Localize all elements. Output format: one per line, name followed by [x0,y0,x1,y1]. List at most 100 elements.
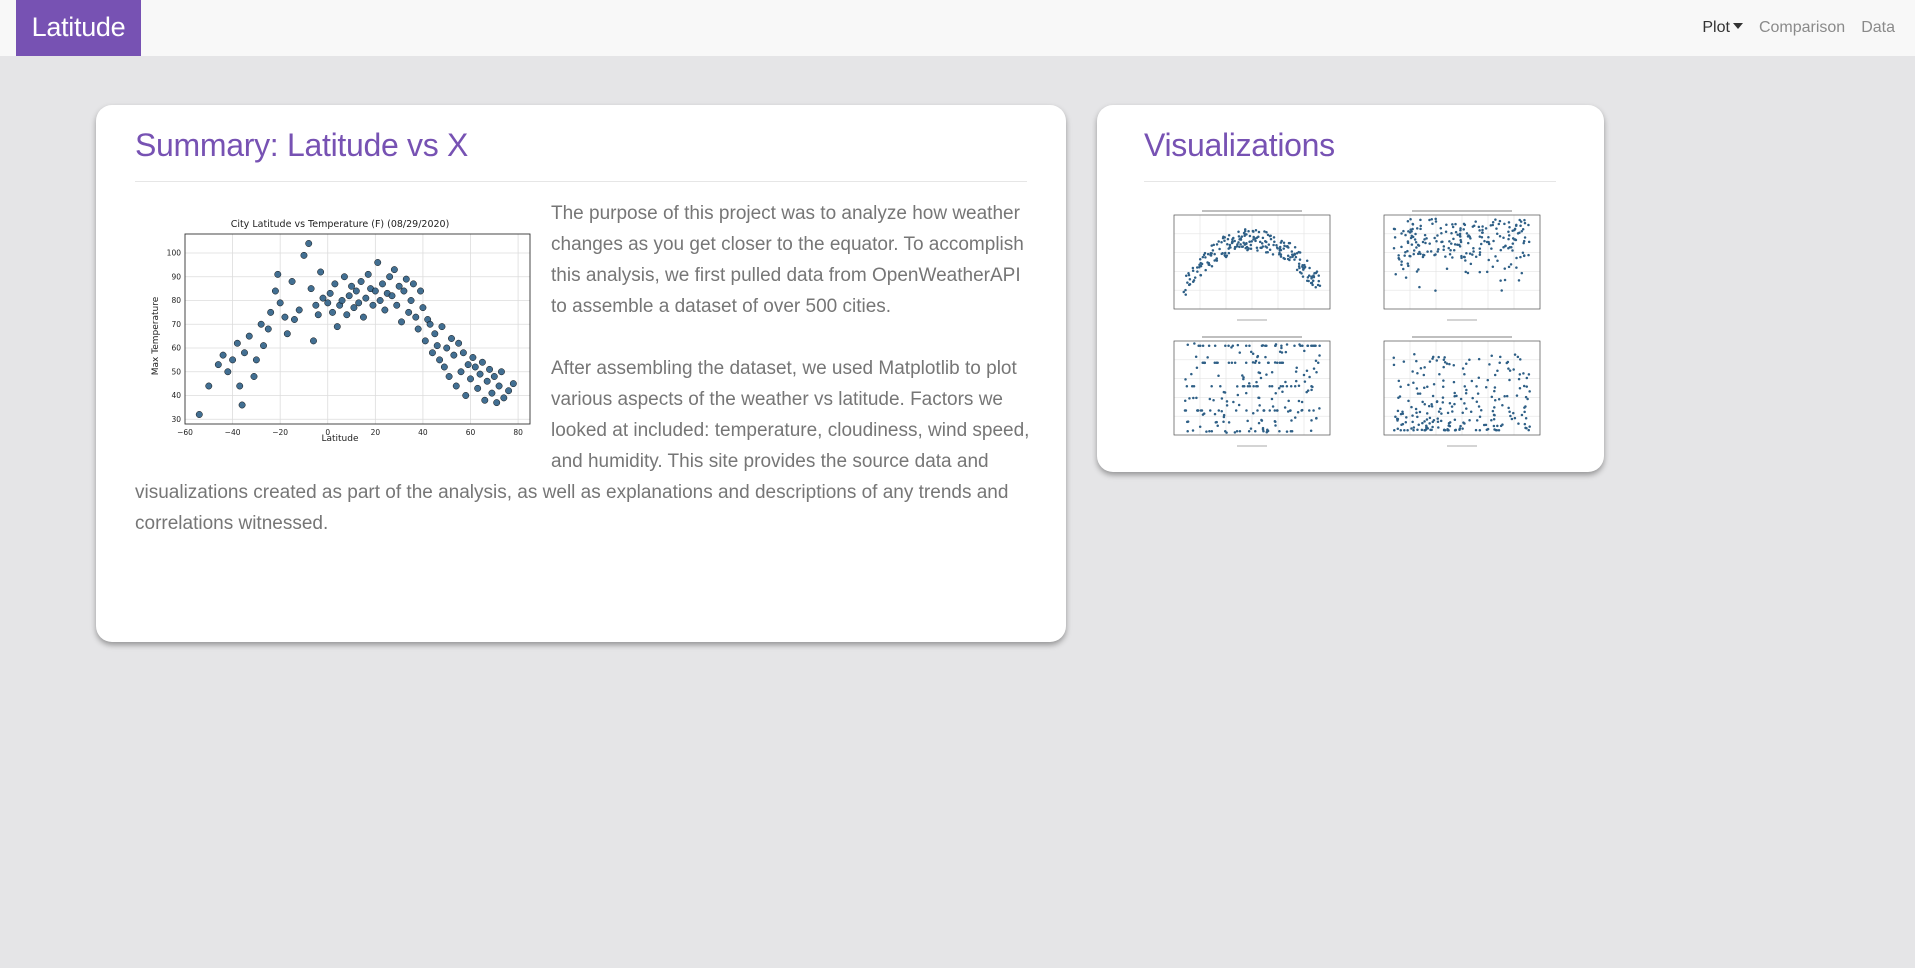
x-tick-label: −60 [177,428,193,437]
thumbnail-point [1305,369,1309,373]
x-tick-label: 60 [466,428,476,437]
thumbnail-point [1297,384,1301,388]
thumbnail-point [1517,422,1520,425]
thumbnail-point [1508,410,1511,414]
thumbnail-point [1252,230,1255,233]
scatter-point [455,339,463,347]
thumbnail-point [1511,249,1514,252]
scatter-point [305,240,313,247]
thumbnail-point [1500,289,1503,292]
thumbnail-point [1427,404,1431,408]
thumbnail-point [1439,226,1443,230]
thumbnail-point [1290,419,1293,422]
thumbnail-point [1258,361,1261,365]
scatter-point [371,287,379,295]
thumbnail-point [1222,415,1226,419]
thumbnail-point [1188,397,1191,400]
scatter-point [417,287,425,295]
thumbnail-point [1451,256,1454,259]
thumbnail-point [1439,407,1442,411]
thumbnail-point [1192,396,1195,400]
thumbnail-point [1520,229,1524,233]
thumbnail-point [1491,409,1495,413]
thumbnail-point [1282,241,1286,245]
thumbnail-point [1397,396,1400,400]
thumbnail-point [1406,249,1409,253]
thumbnail-point [1231,238,1234,241]
thumbnail-point [1235,429,1239,433]
thumbnail-point [1502,245,1505,249]
thumbnail-point [1399,429,1403,432]
brand-logo[interactable]: Latitude [16,0,141,56]
thumbnail-point [1432,383,1436,386]
thumbnail-point [1248,240,1251,243]
thumbnail-point [1247,230,1250,233]
thumbnail-point [1416,243,1420,247]
thumbnail-point [1226,242,1229,246]
thumbnail-point [1305,259,1309,262]
thumbnail-point [1392,363,1396,367]
thumbnail-point [1217,409,1221,412]
thumbnail-point [1414,407,1418,411]
thumbnail-point [1423,238,1426,241]
x-tick-label: 0 [325,428,330,437]
thumbnail-point [1522,254,1526,258]
thumbnail-point [1499,248,1503,252]
thumbnail-point [1436,420,1440,424]
thumbnail-point [1263,344,1267,347]
thumbnail-point [1305,390,1308,394]
thumbnail-point [1463,402,1466,405]
thumbnail-point [1238,429,1242,433]
scatter-point [310,337,317,345]
thumbnail-point [1203,251,1207,255]
scatter-point [364,270,372,278]
thumbnail-point [1248,384,1252,388]
thumbnail-point [1249,350,1253,354]
scatter-point [445,373,453,380]
scatter-point [443,344,451,352]
thumbnail-latitude-vs-cloudiness[interactable] [1162,333,1337,453]
thumbnail-point [1233,431,1237,434]
thumbnail-point [1493,399,1497,402]
thumbnail-point [1417,268,1420,271]
thumbnail-point [1285,343,1289,346]
thumbnail-point [1523,406,1526,409]
thumbnail-point [1515,394,1519,397]
scatter-point [369,301,377,309]
thumbnail-point [1225,431,1228,434]
nav-comparison[interactable]: Comparison [1759,19,1845,37]
thumbnail-point [1206,356,1209,359]
thumbnail-point [1492,239,1495,243]
nav-data[interactable]: Data [1861,19,1895,37]
thumbnail-point [1485,270,1489,274]
thumbnail-point [1227,234,1231,237]
thumbnail-point [1270,397,1274,401]
thumbnail-point [1442,358,1446,362]
thumbnail-latitude-vs-wind-speed[interactable] [1372,333,1547,453]
thumbnail-point [1228,243,1232,247]
thumbnail-point [1487,240,1490,244]
temperature-scatter-chart[interactable]: City Latitude vs Temperature (F) (08/29/… [135,204,535,446]
scatter-point [407,297,415,304]
thumbnail-point [1469,262,1473,266]
thumbnail-point [1209,254,1213,257]
thumbnail-point [1478,429,1482,432]
scatter-point [350,304,358,312]
thumbnail-point [1422,253,1426,257]
thumbnail-point [1303,380,1307,383]
thumbnail-point [1459,227,1462,230]
scatter-point [428,349,436,357]
thumbnail-point [1223,236,1226,239]
scatter-point [448,335,455,342]
thumbnail-point [1456,233,1459,237]
nav-plot-dropdown[interactable]: Plot [1702,19,1743,37]
thumbnail-point [1261,245,1265,248]
thumbnail-point [1513,227,1517,231]
thumbnail-point [1501,404,1504,407]
thumbnail-point [1484,386,1488,389]
thumbnail-latitude-vs-humidity[interactable] [1372,207,1547,327]
thumbnail-point [1475,385,1478,388]
summary-card: Summary: Latitude vs X City Latitude vs … [96,105,1066,642]
thumbnail-latitude-vs-temperature[interactable] [1162,207,1337,327]
thumbnail-point [1491,221,1495,224]
